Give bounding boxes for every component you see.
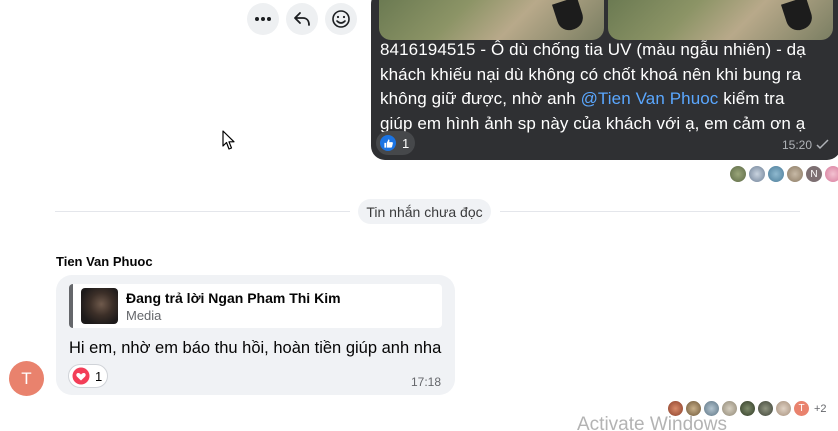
avatar <box>767 165 785 183</box>
smiley-icon <box>332 10 350 28</box>
more-options-button[interactable] <box>247 3 279 35</box>
reaction-count: 1 <box>95 368 103 384</box>
sent-check-icon <box>816 139 829 150</box>
ellipsis-icon <box>255 17 271 21</box>
avatar-letter: N <box>805 165 823 183</box>
like-reaction-chip[interactable]: 1 <box>376 131 415 155</box>
more-readers-count[interactable]: +2 <box>814 403 827 415</box>
react-button[interactable] <box>325 3 357 35</box>
avatar[interactable]: T <box>9 361 44 396</box>
heart-reaction-chip[interactable]: 1 <box>68 364 108 388</box>
reply-preview-title: Đang trả lời Ngan Pham Thi Kim <box>126 290 341 306</box>
unread-messages-divider: Tin nhắn chưa đọc <box>358 199 491 224</box>
mouse-cursor-icon <box>222 130 235 150</box>
sender-name[interactable]: Tien Van Phuoc <box>56 254 153 269</box>
reply-arrow-icon <box>294 12 310 26</box>
avatar <box>729 165 747 183</box>
reaction-count: 1 <box>402 135 410 151</box>
reply-preview-subtitle: Media <box>126 308 162 323</box>
avatar <box>748 165 766 183</box>
avatar <box>757 400 774 417</box>
heart-icon <box>72 367 90 385</box>
reply-button[interactable] <box>286 3 318 35</box>
avatar <box>739 400 756 417</box>
thumbs-up-icon <box>380 135 396 151</box>
avatar <box>824 165 838 183</box>
attachment-image[interactable] <box>608 0 833 40</box>
incoming-message-text: Hi em, nhờ em báo thu hồi, hoàn tiền giú… <box>69 339 442 357</box>
divider-line <box>55 211 350 212</box>
avatar-letter: T <box>793 400 810 417</box>
mention-link[interactable]: @Tien Van Phuoc <box>581 89 719 108</box>
read-receipts[interactable]: N <box>728 165 838 183</box>
avatar <box>775 400 792 417</box>
windows-activation-watermark: Activate Windows <box>577 414 727 431</box>
reply-preview-thumbnail <box>81 288 118 324</box>
message-time: 17:18 <box>411 375 442 389</box>
attachment-image[interactable] <box>379 0 604 40</box>
outgoing-message-text: 8416194515 - Ô dù chống tia UV (màu ngẫu… <box>380 40 806 133</box>
divider-line <box>500 211 800 212</box>
avatar <box>786 165 804 183</box>
message-time: 15:20 <box>782 138 813 152</box>
